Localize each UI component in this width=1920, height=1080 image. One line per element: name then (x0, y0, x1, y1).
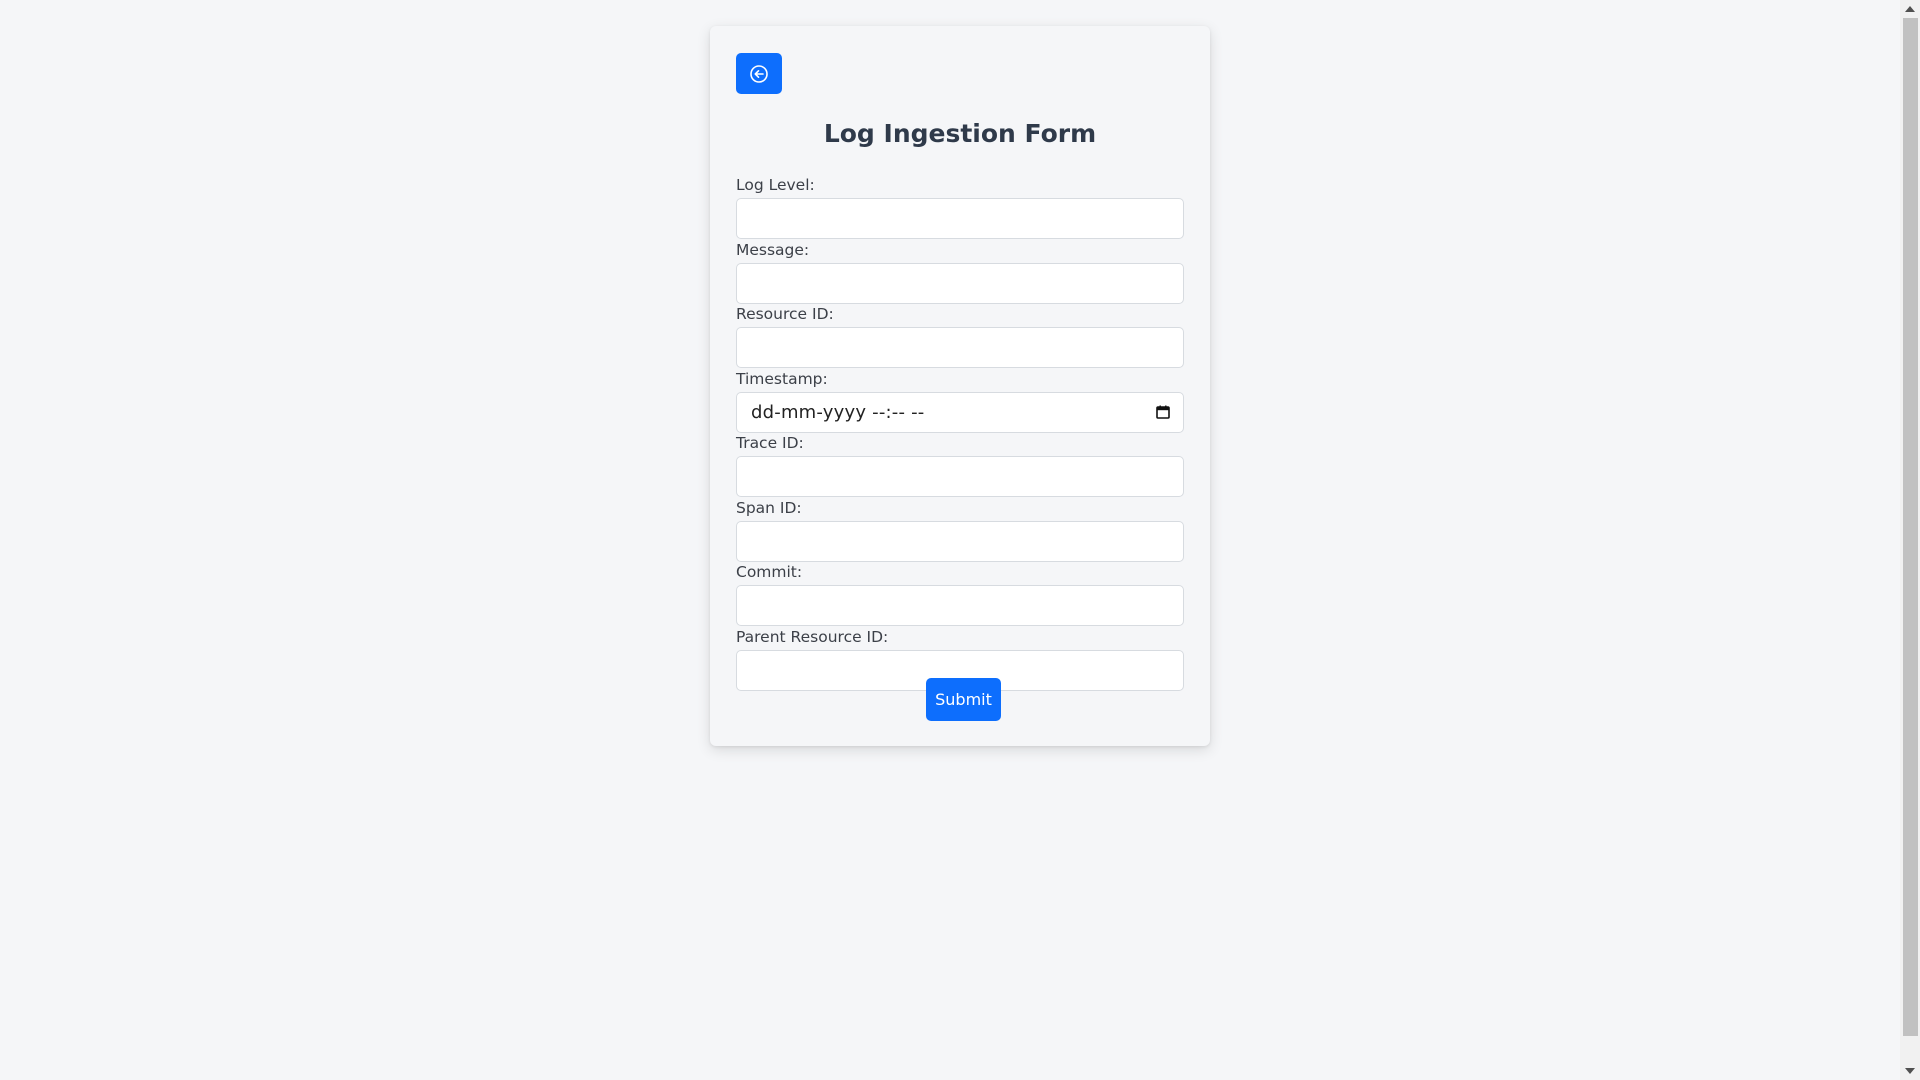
span-id-input[interactable] (736, 520, 1184, 562)
page-title: Log Ingestion Form (823, 119, 1097, 148)
trace-id-label: Trace ID: (736, 434, 804, 452)
page: Log Ingestion Form Log Level: Message: R… (0, 0, 1920, 1080)
field-timestamp: Timestamp: dd-mm-yyyy --:-- -- (736, 369, 1184, 434)
submit-button[interactable]: Submit (926, 678, 1001, 721)
commit-label: Commit: (736, 563, 803, 581)
field-log-level: Log Level: (736, 175, 1184, 240)
scroll-up-arrow-icon[interactable] (1900, 0, 1920, 18)
resource-id-label: Resource ID: (736, 305, 834, 323)
parent-resource-id-label: Parent Resource ID: (736, 627, 889, 646)
span-id-label: Span ID: (736, 498, 802, 517)
field-resource-id: Resource ID: (736, 304, 1184, 369)
log-level-input[interactable] (736, 198, 1184, 239)
log-level-label: Log Level: (736, 176, 815, 194)
commit-input[interactable] (736, 585, 1184, 626)
message-label: Message: (736, 240, 810, 259)
trace-id-input[interactable] (736, 456, 1184, 497)
resource-id-input[interactable] (736, 327, 1184, 368)
timestamp-label: Timestamp: (736, 369, 828, 388)
arrow-left-circle-icon (749, 64, 769, 84)
back-button[interactable] (736, 53, 782, 94)
scroll-down-arrow-icon[interactable] (1900, 1062, 1920, 1080)
scrollbar-thumb[interactable] (1903, 18, 1918, 1036)
log-form-card: Log Ingestion Form Log Level: Message: R… (710, 26, 1210, 746)
vertical-scrollbar[interactable] (1900, 0, 1920, 1080)
calendar-icon[interactable] (1155, 404, 1171, 420)
field-message: Message: (736, 240, 1184, 305)
field-trace-id: Trace ID: (736, 433, 1184, 498)
timestamp-input[interactable]: dd-mm-yyyy --:-- -- (736, 391, 1184, 433)
field-commit: Commit: (736, 562, 1184, 627)
message-input[interactable] (736, 262, 1184, 304)
log-ingestion-form: Log Level: Message: Resource ID: Timesta… (736, 175, 1184, 691)
field-span-id: Span ID: (736, 498, 1184, 563)
timestamp-placeholder: dd-mm-yyyy --:-- -- (751, 401, 925, 423)
